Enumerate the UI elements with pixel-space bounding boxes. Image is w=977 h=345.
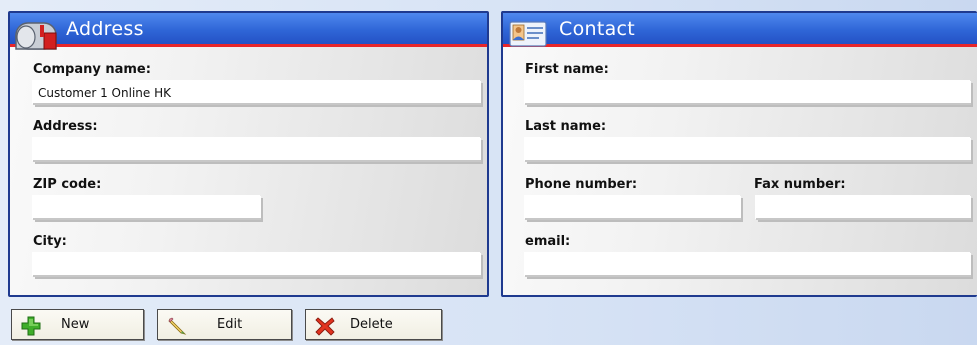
edit-button-label: Edit	[217, 317, 243, 332]
first-name-label: First name:	[525, 62, 609, 77]
email-field[interactable]	[525, 253, 971, 277]
address-label: Address:	[33, 119, 98, 134]
edit-button[interactable]: Edit	[157, 309, 292, 340]
contact-panel-header: Contact	[503, 13, 977, 47]
address-panel-title: Address	[66, 18, 144, 40]
company-name-field[interactable]: Customer 1 Online HK	[33, 81, 481, 105]
contact-panel: Contact First name: Last name: Phone num…	[501, 11, 977, 297]
new-button-label: New	[61, 317, 90, 332]
contact-panel-title: Contact	[559, 18, 636, 40]
delete-button-label: Delete	[350, 317, 393, 332]
zip-code-field[interactable]	[33, 196, 261, 220]
pencil-icon	[168, 317, 187, 335]
email-label: email:	[525, 234, 571, 249]
company-name-label: Company name:	[33, 62, 151, 77]
mailbox-icon	[15, 22, 57, 50]
delete-button[interactable]: Delete	[305, 309, 442, 340]
city-field[interactable]	[33, 253, 481, 277]
phone-number-field[interactable]	[525, 196, 741, 220]
city-label: City:	[33, 234, 67, 249]
last-name-label: Last name:	[525, 119, 607, 134]
first-name-field[interactable]	[525, 81, 971, 105]
new-button[interactable]: New	[11, 309, 144, 340]
delete-x-icon	[315, 317, 335, 336]
address-field[interactable]	[33, 138, 481, 162]
contact-card-icon	[509, 21, 547, 47]
phone-number-label: Phone number:	[525, 177, 638, 192]
address-panel-header: Address	[10, 13, 487, 47]
address-panel: Address Company name: Customer 1 Online …	[8, 11, 489, 297]
zip-code-label: ZIP code:	[33, 177, 102, 192]
plus-icon	[21, 316, 41, 336]
fax-number-field[interactable]	[756, 196, 971, 220]
last-name-field[interactable]	[525, 138, 971, 162]
fax-number-label: Fax number:	[754, 177, 846, 192]
